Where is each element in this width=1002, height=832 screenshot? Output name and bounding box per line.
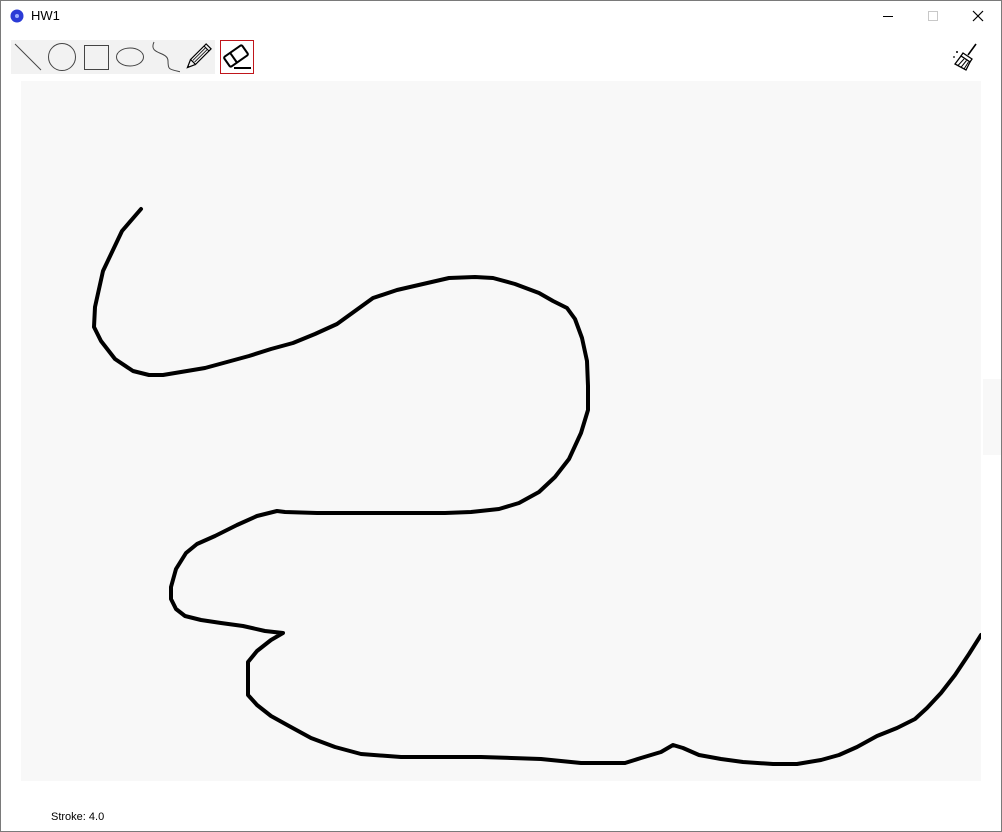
clear-canvas-button[interactable] <box>949 40 983 74</box>
rectangle-tool-button[interactable] <box>79 40 113 74</box>
window-title: HW1 <box>31 8 60 23</box>
minimize-icon <box>883 16 893 17</box>
curve-icon <box>152 41 180 73</box>
title-bar[interactable]: HW1 <box>1 1 1001 31</box>
line-icon <box>14 43 42 71</box>
freehand-stroke <box>92 207 983 766</box>
app-icon <box>10 9 24 23</box>
broom-icon <box>953 43 977 71</box>
pencil-tool-button[interactable] <box>181 40 215 74</box>
pencil-icon <box>186 43 212 69</box>
curve-tool-button[interactable] <box>147 40 181 74</box>
toolbar <box>1 31 1001 81</box>
eraser-icon <box>223 44 251 69</box>
stroke-status: Stroke: 4.0 <box>51 811 105 823</box>
side-panel-tab[interactable] <box>983 379 1001 455</box>
drawing-canvas[interactable] <box>21 81 983 781</box>
ellipse-icon <box>116 47 144 67</box>
ellipse-tool-button[interactable] <box>113 40 147 74</box>
minimize-button[interactable] <box>865 1 911 31</box>
app-window: HW1 Stroke: 4.0 <box>0 0 1002 832</box>
close-button[interactable] <box>955 1 1001 31</box>
line-tool-button[interactable] <box>11 40 45 74</box>
circle-tool-button[interactable] <box>45 40 79 74</box>
maximize-button[interactable] <box>910 1 956 31</box>
circle-icon <box>48 43 76 71</box>
close-icon <box>972 10 984 22</box>
maximize-icon <box>928 11 938 21</box>
drawing-surface <box>92 207 983 766</box>
rectangle-icon <box>84 45 109 70</box>
eraser-tool-button[interactable] <box>220 40 254 74</box>
